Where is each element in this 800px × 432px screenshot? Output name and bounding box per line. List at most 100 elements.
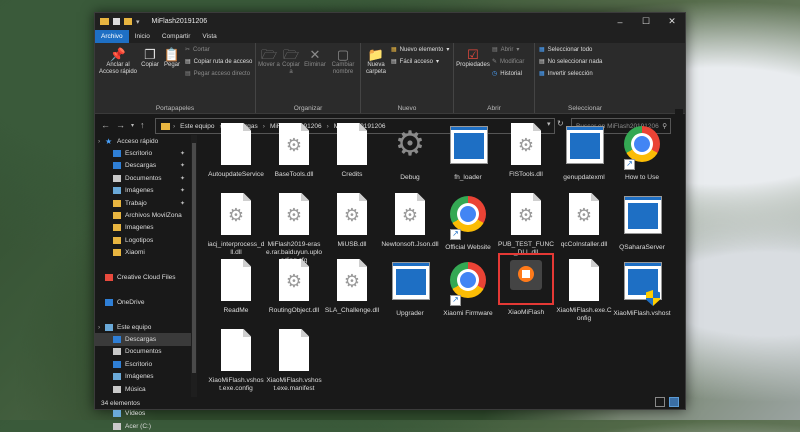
edit-icon: ✎: [492, 59, 498, 65]
tab-vista[interactable]: Vista: [196, 30, 222, 43]
sidebar-item[interactable]: Escritorio ✦: [95, 147, 191, 159]
sidebar-item[interactable]: › ★ Acceso rápido: [95, 135, 191, 147]
file-name: SLA_Challenge.dll: [324, 307, 380, 314]
close-button[interactable]: ✕: [659, 13, 685, 30]
file-item[interactable]: ↗ How to Use: [613, 123, 671, 182]
tab-archivo[interactable]: Archivo: [95, 30, 129, 43]
history-button[interactable]: ◷ Historial: [492, 70, 522, 78]
file-item[interactable]: XiaoMiFlash.exe.Config: [555, 259, 613, 323]
file-item[interactable]: genupdatexml: [555, 123, 613, 182]
minimize-button[interactable]: –: [607, 13, 633, 30]
file-item[interactable]: ReadMe: [207, 259, 265, 315]
chevron-down-icon[interactable]: ▾: [131, 122, 134, 129]
file-item[interactable]: QSaharaServer: [613, 193, 671, 252]
gear-icon: ⚙: [401, 205, 419, 225]
move-to-button[interactable]: 🗁 Mover a: [258, 47, 280, 69]
dll-file-icon: ⚙: [276, 259, 312, 303]
tab-inicio[interactable]: Inicio: [129, 30, 156, 43]
tab-compartir[interactable]: Compartir: [156, 30, 197, 43]
sidebar-item-label: Vídeos: [125, 410, 146, 418]
large-icons-view-button[interactable]: [669, 397, 679, 407]
content-scrollbar[interactable]: [675, 109, 683, 397]
file-item[interactable]: XiaoMiFlash: [497, 253, 555, 317]
file-item[interactable]: ↗ Xiaomi Firmware: [439, 259, 497, 318]
easy-access-button[interactable]: ▤ Fácil acceso ▾: [391, 58, 439, 66]
new-folder-icon[interactable]: [124, 18, 132, 25]
file-item[interactable]: Credits: [323, 123, 381, 179]
sidebar-item[interactable]: Descargas ✦: [95, 160, 191, 172]
sidebar-item[interactable]: Documentos ✦: [95, 172, 191, 184]
pin-quick-access-button[interactable]: 📌 Anclar al Acceso rápido: [97, 47, 139, 76]
copy-button[interactable]: ❐ Copiar: [139, 47, 161, 69]
file-item[interactable]: ⚙ qcCoInstaller.dll: [555, 193, 613, 249]
file-item[interactable]: fh_loader: [439, 123, 497, 182]
edit-button[interactable]: ✎ Modificar: [492, 58, 524, 66]
sidebar-item[interactable]: Xiaomi: [95, 247, 191, 259]
file-item[interactable]: ⚙ FlSTools.dll: [497, 123, 555, 179]
sidebar-item[interactable]: OneDrive: [95, 296, 191, 308]
new-item-button[interactable]: ▦ Nuevo elemento ▾: [391, 46, 449, 54]
maximize-button[interactable]: ☐: [633, 13, 659, 30]
new-folder-button[interactable]: 📁 Nueva carpeta: [363, 47, 389, 76]
sidebar-item[interactable]: Música: [95, 383, 191, 395]
file-item[interactable]: ⚙ BaseTools.dll: [265, 123, 323, 179]
sidebar-item[interactable]: Imagenes: [95, 222, 191, 234]
copy-to-button[interactable]: 🗁 Copiar a: [280, 47, 302, 76]
sidebar-item[interactable]: Vídeos: [95, 408, 191, 420]
file-item[interactable]: ⚙ iacj_interprocess_dll.dll: [207, 193, 265, 257]
sidebar-item[interactable]: Acer (C:): [95, 420, 191, 432]
file-item[interactable]: ⚙ MiUSB.dll: [323, 193, 381, 249]
sidebar-scrollbar[interactable]: [191, 135, 197, 397]
open-button[interactable]: ▤ Abrir ▾: [492, 46, 519, 54]
scrollbar-thumb[interactable]: [192, 143, 196, 373]
file-item[interactable]: ↗ Official Website: [439, 193, 497, 252]
file-item[interactable]: ⚙ RoutingObject.dll: [265, 259, 323, 315]
file-item[interactable]: ⚙ Newtonsoft.Json.dll: [381, 193, 439, 249]
properties-icon[interactable]: [113, 18, 120, 25]
sidebar-item[interactable]: Archivos MovilZona: [95, 209, 191, 221]
invert-selection-button[interactable]: ▦ Invertir selección: [539, 70, 593, 78]
sidebar-item[interactable]: › Este equipo: [95, 321, 191, 333]
select-all-button[interactable]: ▦ Seleccionar todo: [539, 46, 592, 54]
folder-icon: [113, 236, 121, 244]
sidebar-item[interactable]: Descargas: [95, 333, 191, 346]
delete-button[interactable]: ✕ Eliminar: [304, 47, 326, 69]
file-item[interactable]: ⚙ SLA_Challenge.dll: [323, 259, 381, 315]
rename-button[interactable]: ▢ Cambiar nombre: [328, 47, 358, 76]
paste-button[interactable]: 📋 Pegar: [161, 47, 183, 69]
file-item[interactable]: ⚙ PUB_TEST_FUNC_DLL.dll: [497, 193, 555, 257]
file-item[interactable]: AutoupdateService: [207, 123, 265, 179]
document-icon: [113, 348, 121, 356]
select-none-button[interactable]: ▤ No seleccionar nada: [539, 58, 602, 66]
sidebar-item[interactable]: Imágenes: [95, 370, 191, 382]
forward-arrow-icon[interactable]: →: [116, 120, 125, 130]
file-name: MiUSB.dll: [337, 241, 367, 248]
details-view-button[interactable]: [655, 397, 665, 407]
up-arrow-icon[interactable]: ↑: [140, 120, 145, 130]
sidebar-item[interactable]: Logotipos: [95, 234, 191, 246]
file-item[interactable]: Upgrader: [381, 259, 439, 318]
sidebar-item[interactable]: Documentos: [95, 346, 191, 358]
file-item[interactable]: XiaoMiFlash.vshost.exe.config: [207, 329, 265, 393]
sidebar-item[interactable]: Imágenes ✦: [95, 185, 191, 197]
back-arrow-icon[interactable]: ←: [101, 120, 110, 130]
file-item[interactable]: ⚙MiFlash2019-erase.rar.baiduyun.uploadin…: [265, 193, 323, 265]
rename-icon: ▢: [336, 47, 350, 62]
file-item[interactable]: XiaoMiFlash.vshost: [613, 259, 671, 318]
title-bar: ▾ MiFlash20191206 – ☐ ✕: [95, 13, 685, 30]
sidebar-item-label: Creative Cloud Files: [117, 273, 176, 281]
copy-path-button[interactable]: ▤ Copiar ruta de acceso: [185, 58, 252, 66]
sidebar-item[interactable]: Creative Cloud Files: [95, 271, 191, 283]
sidebar-item[interactable]: Escritorio: [95, 358, 191, 370]
dropdown-icon[interactable]: ▾: [136, 18, 140, 26]
file-page: [221, 329, 251, 371]
cut-button[interactable]: ✂ Cortar: [185, 46, 210, 54]
chevron-right-icon[interactable]: ›: [98, 138, 100, 145]
paste-shortcut-button[interactable]: ▤ Pegar acceso directo: [185, 70, 250, 78]
file-item[interactable]: XiaoMiFlash.vshost.exe.manifest: [265, 329, 323, 393]
sidebar-item[interactable]: Trabajo ✦: [95, 197, 191, 209]
chevron-right-icon[interactable]: ›: [98, 324, 100, 331]
gear-icon: ⚙: [227, 205, 245, 225]
properties-button[interactable]: ☑ Propiedades: [456, 47, 490, 69]
file-item[interactable]: ⚙ Debug: [381, 123, 439, 182]
